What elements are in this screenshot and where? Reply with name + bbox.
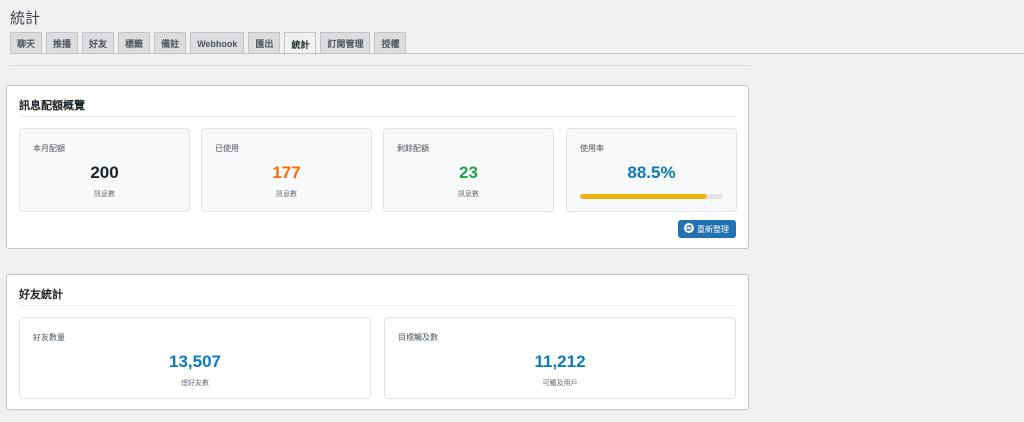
- card-label: 好友數量: [33, 333, 65, 342]
- panel-divider: [19, 116, 736, 117]
- tab-webhook[interactable]: Webhook: [190, 32, 245, 54]
- usage-rate-value: 88.5%: [627, 163, 676, 182]
- tab-subscription[interactable]: 訂閱管理: [320, 32, 371, 54]
- card-label: 剩餘配額: [397, 144, 429, 153]
- tab-broadcast[interactable]: 推播: [46, 32, 79, 54]
- tab-notes[interactable]: 備註: [154, 32, 187, 54]
- remaining-quota-card: 剩餘配額 23 訊息數: [383, 128, 554, 212]
- monthly-quota-value: 200: [90, 163, 119, 182]
- card-label: 目標觸及數: [398, 333, 438, 342]
- used-quota-card: 已使用 177 訊息數: [201, 128, 372, 212]
- section-separator: [10, 65, 750, 66]
- card-sublabel: 訊息數: [276, 191, 297, 198]
- usage-rate-card: 使用率 88.5%: [566, 128, 737, 212]
- tab-friends[interactable]: 好友: [82, 32, 115, 54]
- friend-stats-panel: 好友統計 好友數量 13,507 總好友數 目標觸及數 11,212 可觸及用戶: [6, 274, 749, 410]
- monthly-quota-card: 本月配額 200 訊息數: [19, 128, 190, 212]
- target-reach-card: 目標觸及數 11,212 可觸及用戶: [384, 317, 736, 399]
- refresh-icon: [684, 223, 694, 235]
- card-sublabel: 訊息數: [94, 191, 115, 198]
- card-sublabel: 總好友數: [181, 380, 209, 387]
- refresh-button[interactable]: 重新整理: [678, 220, 736, 238]
- card-label: 已使用: [215, 144, 239, 153]
- card-label: 使用率: [580, 144, 604, 153]
- page-title: 統計: [10, 10, 41, 27]
- tab-statistics[interactable]: 統計: [284, 32, 317, 55]
- refresh-button-label: 重新整理: [697, 224, 729, 234]
- friend-panel-title: 好友統計: [19, 289, 63, 301]
- remaining-quota-value: 23: [459, 163, 478, 182]
- target-reach-value: 11,212: [534, 352, 586, 371]
- tab-underline: [10, 53, 1024, 54]
- tab-license[interactable]: 授權: [374, 32, 407, 54]
- card-sublabel: 可觸及用戶: [542, 380, 578, 387]
- friend-count-card: 好友數量 13,507 總好友數: [19, 317, 371, 399]
- usage-progress-bar: [580, 194, 723, 199]
- card-sublabel: 訊息數: [458, 191, 479, 198]
- card-label: 本月配額: [33, 144, 65, 153]
- quota-overview-panel: 訊息配額概覽 本月配額 200 訊息數 已使用 177 訊息數 剩餘配額 23 …: [6, 85, 749, 249]
- friend-count-value: 13,507: [169, 352, 221, 371]
- panel-divider: [19, 305, 736, 306]
- usage-progress-fill: [580, 194, 707, 199]
- used-quota-value: 177: [272, 163, 301, 182]
- quota-panel-title: 訊息配額概覽: [19, 100, 85, 112]
- tab-chat[interactable]: 聊天: [10, 32, 43, 54]
- tab-tags[interactable]: 標籤: [118, 32, 151, 54]
- tab-bar: 聊天 推播 好友 標籤 備註 Webhook 匯出 統計 訂閱管理 授權: [10, 32, 407, 55]
- tab-export[interactable]: 匯出: [248, 32, 281, 54]
